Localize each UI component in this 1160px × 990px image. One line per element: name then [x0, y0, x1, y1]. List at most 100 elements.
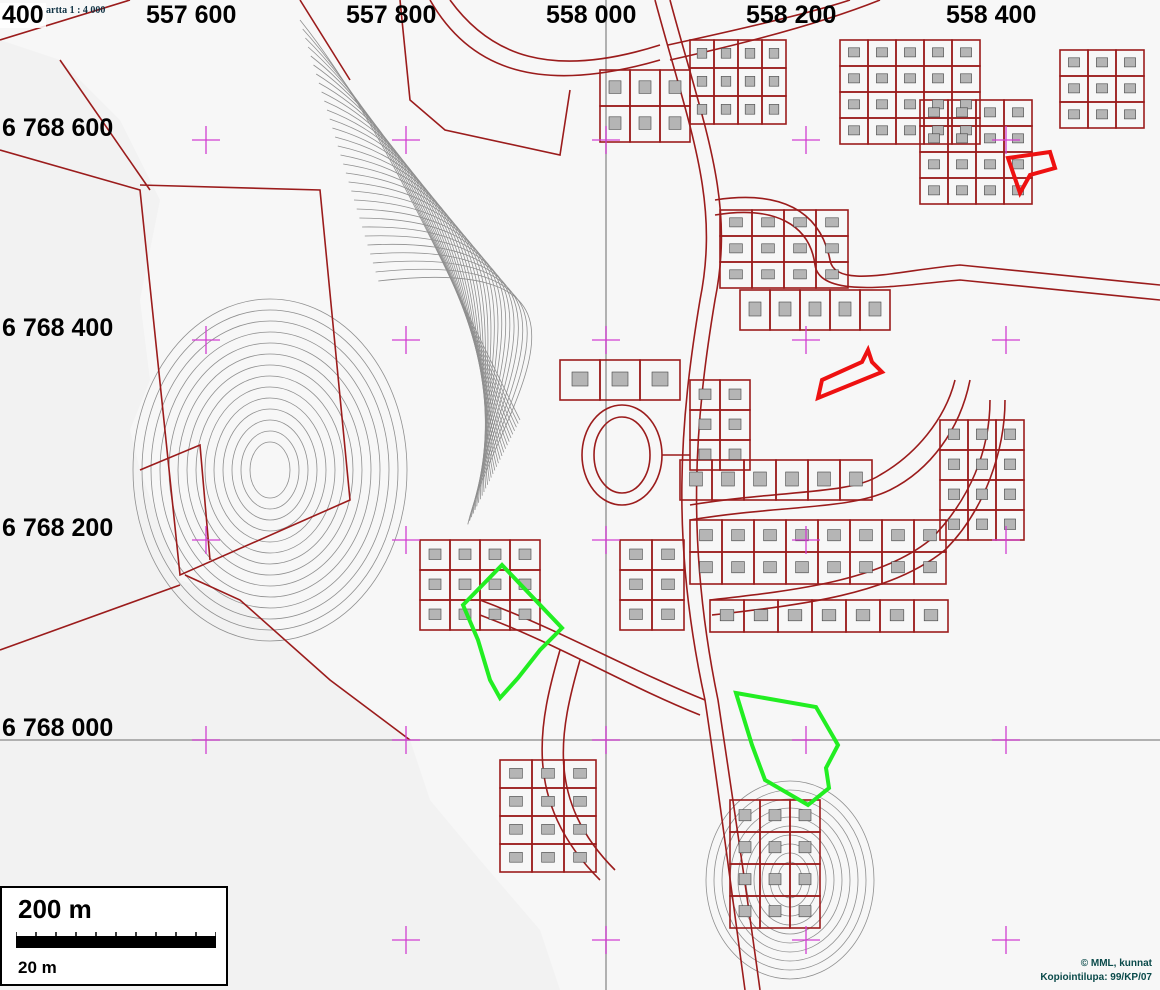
building	[904, 47, 916, 58]
building	[932, 47, 944, 58]
building	[428, 608, 442, 620]
building	[458, 548, 472, 560]
building	[721, 471, 735, 487]
x-coordinate-label: 400	[0, 1, 46, 29]
building	[1012, 107, 1024, 118]
building	[876, 125, 888, 136]
building	[1068, 57, 1080, 68]
building	[859, 561, 873, 574]
building	[763, 561, 777, 574]
building	[778, 301, 792, 317]
building	[731, 561, 745, 574]
building	[876, 73, 888, 84]
building	[696, 76, 708, 87]
building	[1124, 109, 1136, 120]
building	[976, 518, 988, 530]
building	[787, 609, 803, 622]
building	[817, 471, 831, 487]
x-coordinate-label: 558 400	[946, 1, 1037, 29]
building	[738, 873, 752, 886]
building	[699, 561, 713, 574]
map-scale-title: artta 1 : 4 000	[46, 5, 106, 16]
building	[738, 809, 752, 822]
scale-minor-label: 20 m	[18, 958, 57, 977]
building	[848, 125, 860, 136]
building	[1004, 488, 1016, 500]
building	[728, 388, 742, 400]
building	[923, 609, 939, 622]
x-coordinate-label: 557 800	[346, 1, 437, 29]
building	[509, 768, 523, 779]
building	[891, 529, 905, 542]
x-coordinate-label: 557 600	[146, 1, 237, 29]
building	[744, 76, 756, 87]
building	[1004, 458, 1016, 470]
building	[573, 796, 587, 807]
building	[948, 518, 960, 530]
x-coordinate-label: 558 200	[746, 1, 837, 29]
building	[785, 471, 799, 487]
building	[428, 578, 442, 590]
building	[923, 529, 937, 542]
building	[573, 768, 587, 779]
building	[488, 608, 502, 620]
building	[1124, 57, 1136, 68]
building	[928, 133, 940, 144]
building	[904, 125, 916, 136]
building	[904, 73, 916, 84]
y-coordinate-label: 6 768 600	[2, 114, 114, 142]
y-coordinate-label: 6 768 200	[2, 514, 114, 542]
building	[731, 529, 745, 542]
building	[638, 116, 652, 130]
building	[768, 905, 782, 918]
building	[798, 873, 812, 886]
building	[541, 852, 555, 863]
building	[984, 159, 996, 170]
building	[1096, 57, 1108, 68]
building	[948, 458, 960, 470]
building	[720, 104, 732, 115]
building	[848, 99, 860, 110]
building	[889, 609, 905, 622]
building	[808, 301, 822, 317]
building	[923, 561, 937, 574]
building	[1004, 428, 1016, 440]
building	[868, 301, 882, 317]
building	[573, 824, 587, 835]
building	[928, 185, 940, 196]
building	[1068, 83, 1080, 94]
scale-bar	[16, 932, 216, 948]
building	[738, 905, 752, 918]
building	[825, 217, 839, 228]
building	[891, 561, 905, 574]
building	[720, 76, 732, 87]
building	[509, 824, 523, 835]
building	[1096, 109, 1108, 120]
building	[960, 73, 972, 84]
building	[698, 388, 712, 400]
building	[729, 217, 743, 228]
building	[753, 609, 769, 622]
building	[744, 104, 756, 115]
building	[928, 107, 940, 118]
building	[798, 905, 812, 918]
building	[728, 448, 742, 460]
building	[984, 185, 996, 196]
topographic-map[interactable]	[0, 0, 1160, 990]
building	[668, 116, 682, 130]
building	[699, 529, 713, 542]
building	[976, 458, 988, 470]
building	[719, 609, 735, 622]
x-coordinate-label: 558 000	[546, 1, 637, 29]
building	[984, 133, 996, 144]
y-coordinate-label: 6 768 400	[2, 314, 114, 342]
building	[876, 99, 888, 110]
y-coordinate-label: 6 768 000	[2, 714, 114, 742]
building	[956, 159, 968, 170]
building	[956, 107, 968, 118]
building	[696, 104, 708, 115]
building	[761, 243, 775, 254]
building	[488, 548, 502, 560]
building	[849, 471, 863, 487]
building	[629, 548, 643, 560]
